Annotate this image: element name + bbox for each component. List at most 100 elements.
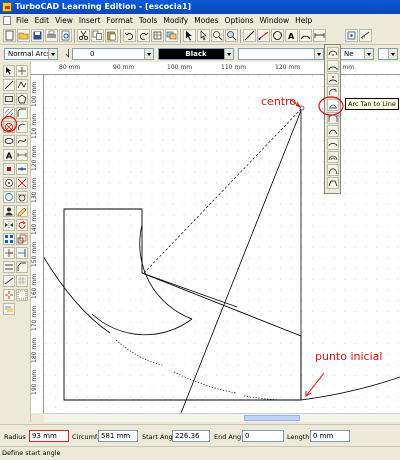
trim-icon[interactable] bbox=[3, 247, 15, 259]
circle-tool-icon[interactable] bbox=[271, 29, 284, 42]
arc-offset-icon[interactable] bbox=[327, 151, 339, 163]
grid-icon[interactable] bbox=[16, 275, 28, 287]
arc-center-icon[interactable] bbox=[327, 47, 339, 59]
chevron-down-icon[interactable] bbox=[314, 49, 323, 59]
snap-middle-icon[interactable] bbox=[16, 163, 28, 175]
print-preview-icon[interactable] bbox=[59, 29, 72, 42]
select-tool-icon[interactable] bbox=[3, 65, 15, 77]
arc-three-point-icon[interactable] bbox=[327, 73, 339, 85]
single-line-tool-icon[interactable] bbox=[3, 79, 15, 91]
arc-double-point-icon[interactable] bbox=[327, 60, 339, 72]
arc-elliptic-icon[interactable] bbox=[327, 138, 339, 150]
offset-icon[interactable] bbox=[3, 261, 15, 273]
modify-icon[interactable] bbox=[16, 205, 28, 217]
snap-icon[interactable] bbox=[345, 29, 358, 42]
pointer-icon[interactable] bbox=[197, 29, 210, 42]
menu-edit[interactable]: Edit bbox=[32, 14, 53, 27]
document-menu-icon[interactable] bbox=[3, 16, 11, 25]
horizontal-scrollbar[interactable] bbox=[44, 413, 400, 422]
chevron-down-icon[interactable] bbox=[388, 49, 397, 59]
mirror-icon[interactable] bbox=[3, 219, 15, 231]
undo-icon[interactable] bbox=[123, 29, 136, 42]
open-folder-icon[interactable] bbox=[17, 29, 30, 42]
radius-field[interactable]: 93 mm bbox=[29, 430, 69, 442]
print-icon[interactable] bbox=[45, 29, 58, 42]
circumference-label: Circumf. bbox=[72, 433, 99, 441]
point-tool-icon[interactable] bbox=[16, 65, 28, 77]
diagonal-line-icon[interactable] bbox=[243, 29, 256, 42]
save-icon[interactable] bbox=[31, 29, 44, 42]
line-tool-icon[interactable] bbox=[257, 29, 270, 42]
menu-file[interactable]: File bbox=[13, 14, 32, 27]
menu-help[interactable]: Help bbox=[292, 14, 315, 27]
measure-tool-icon[interactable] bbox=[3, 275, 15, 287]
extend-icon[interactable] bbox=[16, 247, 28, 259]
layer-visible-icon[interactable] bbox=[62, 48, 69, 60]
scrollbar-thumb[interactable] bbox=[244, 415, 300, 421]
snap-tangent-icon[interactable] bbox=[16, 191, 28, 203]
user-icon[interactable] bbox=[3, 205, 15, 217]
paste-icon[interactable] bbox=[105, 29, 118, 42]
scale-icon[interactable] bbox=[16, 233, 28, 245]
rotate-icon[interactable] bbox=[16, 219, 28, 231]
start-angle-field[interactable]: 226.36 bbox=[172, 430, 210, 442]
snap-quadrant-icon[interactable] bbox=[3, 191, 15, 203]
chevron-down-icon[interactable] bbox=[364, 49, 373, 59]
explode-icon[interactable] bbox=[3, 289, 15, 301]
curve-tool-icon[interactable] bbox=[16, 135, 28, 147]
copy-icon[interactable] bbox=[91, 29, 104, 42]
text-insert-icon[interactable]: A bbox=[3, 149, 15, 161]
group-icon[interactable] bbox=[16, 289, 28, 301]
menu-view[interactable]: View bbox=[52, 14, 76, 27]
cut-icon[interactable] bbox=[77, 29, 90, 42]
menu-options[interactable]: Options bbox=[222, 14, 257, 27]
array-icon[interactable] bbox=[3, 233, 15, 245]
line-style-combo[interactable]: Normal Arcs bbox=[4, 48, 58, 60]
menu-window[interactable]: Window bbox=[257, 14, 293, 27]
zoom-window-icon[interactable] bbox=[211, 29, 224, 42]
snap-center-icon[interactable] bbox=[3, 177, 15, 189]
arc-conic-icon[interactable] bbox=[327, 164, 339, 176]
menu-modes[interactable]: Modes bbox=[191, 14, 221, 27]
select-arrow-icon[interactable] bbox=[183, 29, 196, 42]
linetype-combo[interactable] bbox=[238, 48, 324, 60]
menu-tools[interactable]: Tools bbox=[136, 14, 160, 27]
menu-insert[interactable]: Insert bbox=[76, 14, 104, 27]
layer-combo[interactable]: 0 bbox=[72, 48, 154, 60]
window-title: TurboCAD Learning Edition - [escocia1] bbox=[15, 2, 192, 11]
chamfer-icon[interactable] bbox=[16, 261, 28, 273]
arc-tool-icon[interactable] bbox=[299, 29, 312, 42]
arc-arc-icon[interactable] bbox=[327, 125, 339, 137]
center-point-marker[interactable] bbox=[299, 105, 305, 111]
ellipse-tool-icon[interactable] bbox=[3, 135, 15, 147]
new-file-icon[interactable] bbox=[3, 29, 16, 42]
chevron-down-icon[interactable] bbox=[48, 49, 57, 59]
menu-format[interactable]: Format bbox=[103, 14, 135, 27]
dimension-icon[interactable] bbox=[313, 29, 326, 42]
arc-polyline-icon[interactable] bbox=[327, 177, 339, 189]
chevron-down-icon[interactable] bbox=[144, 49, 153, 59]
annotation-punto-inicial: punto inicial bbox=[315, 350, 383, 363]
zoom-combo[interactable] bbox=[378, 48, 398, 60]
polyline-tool-icon[interactable] bbox=[16, 79, 28, 91]
layers-icon[interactable] bbox=[165, 29, 178, 42]
color-combo[interactable]: Black bbox=[158, 48, 234, 60]
width-combo[interactable]: Ne bbox=[340, 48, 374, 60]
dimension-tool-icon[interactable] bbox=[16, 149, 28, 161]
redo-icon[interactable] bbox=[137, 29, 150, 42]
text-tool-icon[interactable]: A bbox=[285, 29, 298, 42]
rectangle-tool-icon[interactable] bbox=[3, 93, 15, 105]
library-icon[interactable] bbox=[151, 29, 164, 42]
end-angle-field[interactable]: 0 bbox=[242, 430, 284, 442]
length-field[interactable]: 0 mm bbox=[310, 430, 350, 442]
polygon-tool-icon[interactable] bbox=[16, 93, 28, 105]
measure-icon[interactable] bbox=[359, 29, 372, 42]
drawing-canvas[interactable]: centro punto inicial bbox=[44, 75, 400, 413]
menu-modify[interactable]: Modify bbox=[160, 14, 191, 27]
snap-intersect-icon[interactable] bbox=[16, 177, 28, 189]
chevron-down-icon[interactable] bbox=[224, 49, 233, 59]
zoom-icon[interactable] bbox=[225, 29, 238, 42]
layer-tool-icon[interactable] bbox=[3, 303, 15, 315]
circumference-field[interactable]: 581 mm bbox=[98, 430, 138, 442]
snap-endpoint-icon[interactable] bbox=[3, 163, 15, 175]
